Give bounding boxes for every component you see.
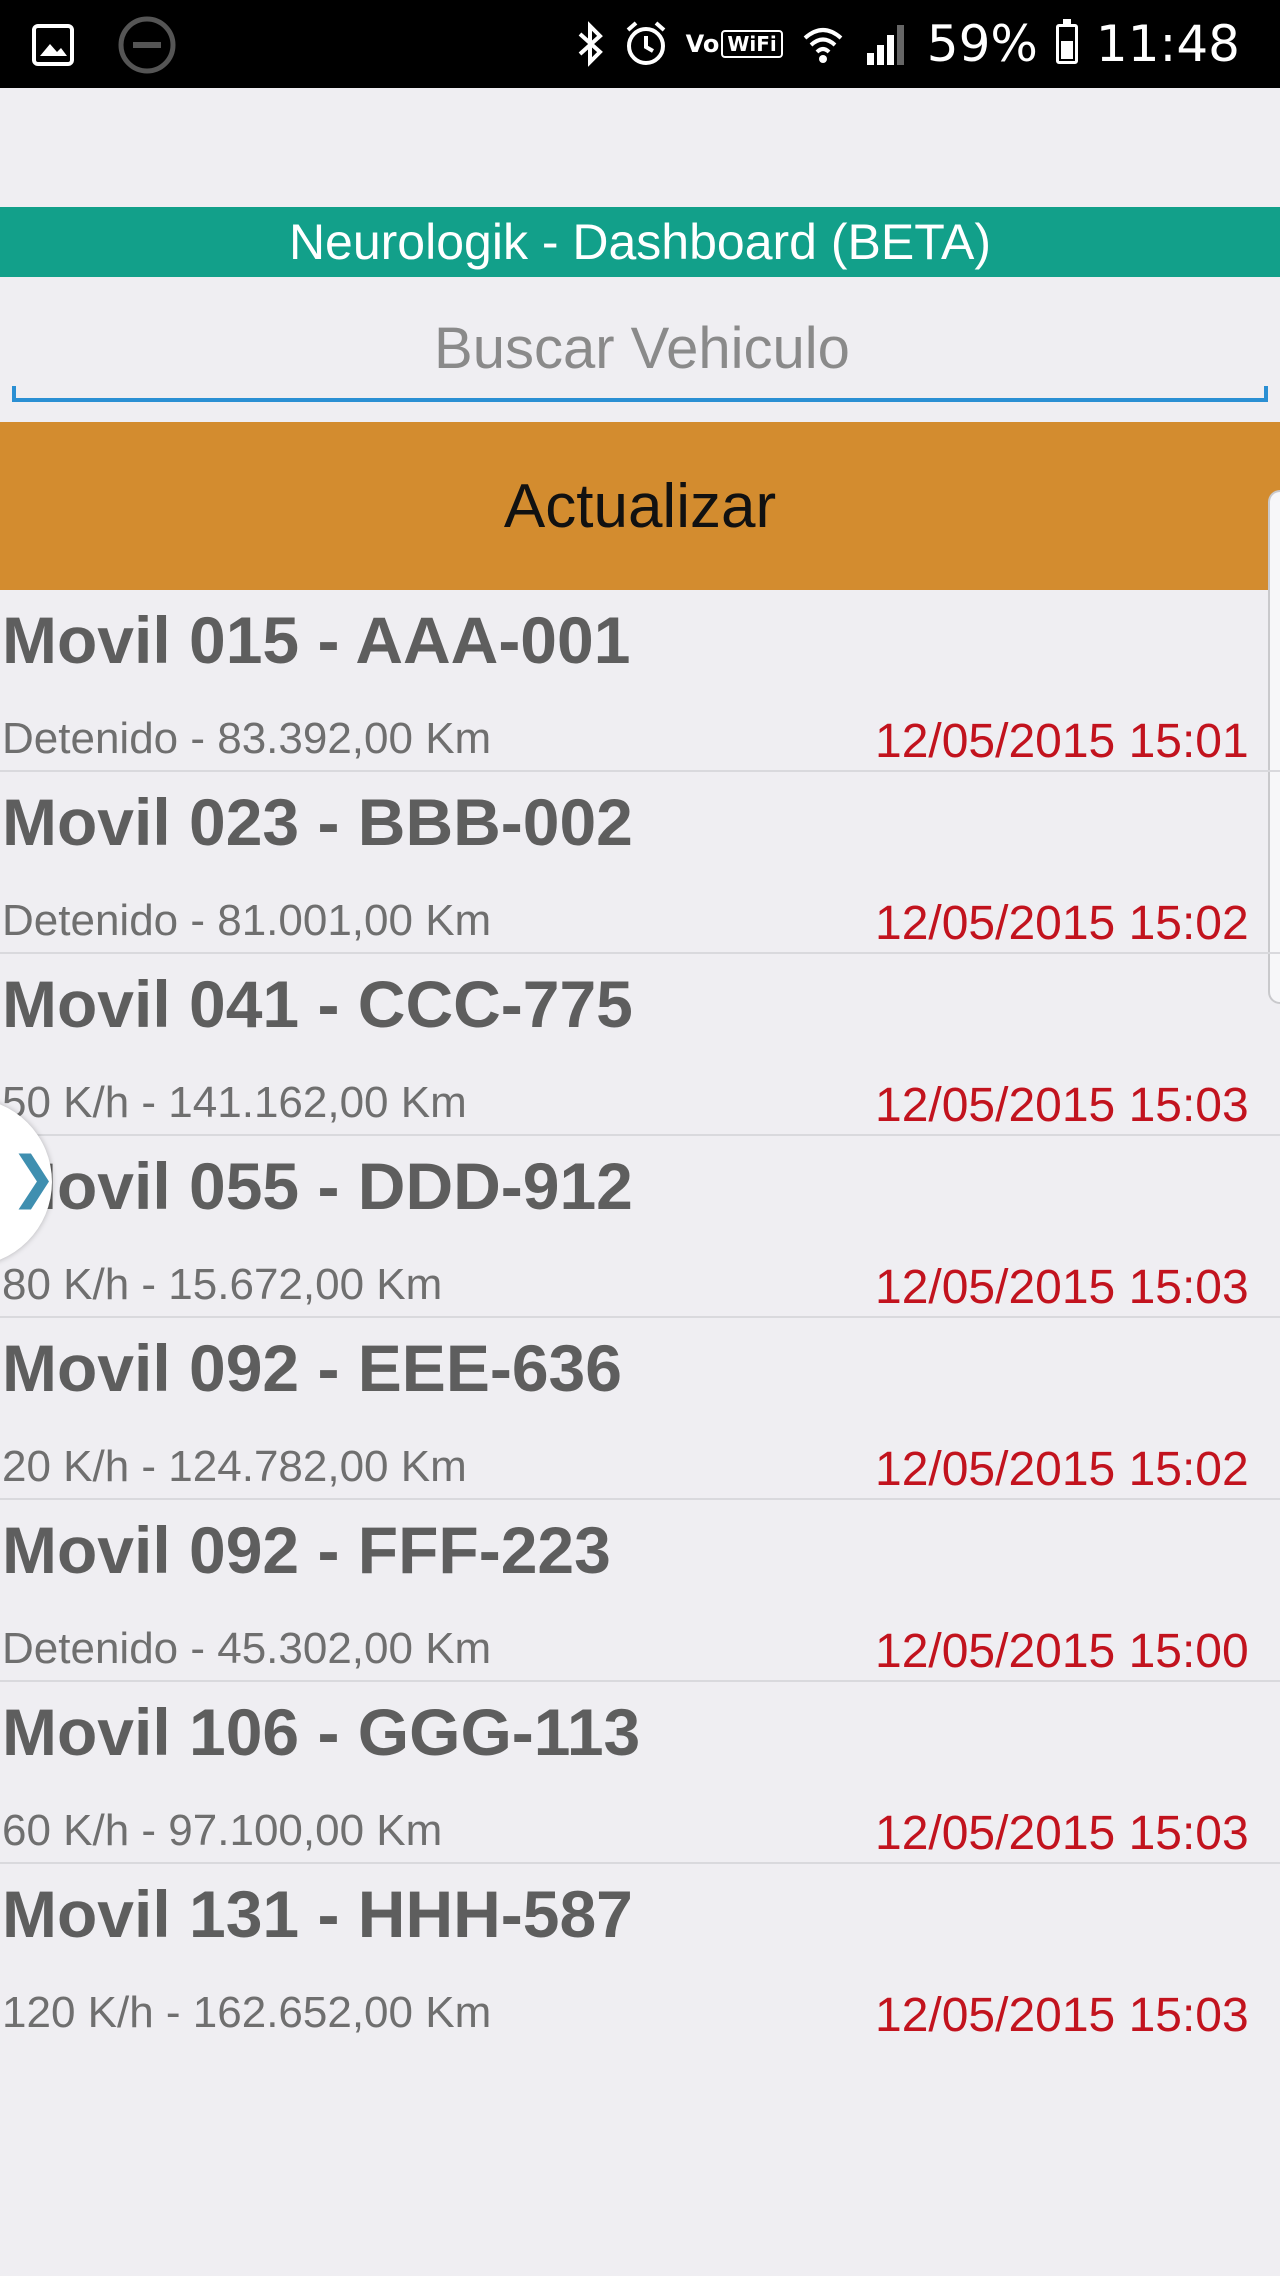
clock: 11:48 xyxy=(1095,15,1240,73)
vehicle-title: Movil 023 - BBB-002 xyxy=(2,785,633,859)
vehicle-list: Movil 015 - AAA-001 Detenido - 83.392,00… xyxy=(0,590,1280,2046)
vehicle-timestamp: 12/05/2015 15:03 xyxy=(875,1261,1249,1314)
list-item[interactable]: Movil 055 - DDD-912 80 K/h - 15.672,00 K… xyxy=(0,1136,1280,1318)
vehicle-timestamp: 12/05/2015 15:01 xyxy=(875,715,1249,768)
app-title-bar: Neurologik - Dashboard (BETA) xyxy=(0,207,1280,277)
gallery-icon xyxy=(30,22,76,68)
battery-percent: 59% xyxy=(926,15,1038,73)
chevron-right-icon: ❯ xyxy=(10,1145,57,1208)
vehicle-status: 120 K/h - 162.652,00 Km xyxy=(2,1988,492,2037)
search-field-container xyxy=(12,296,1272,402)
wifi-calling-label: WiFi xyxy=(721,30,783,58)
wifi-calling-prefix: Vo xyxy=(685,30,720,58)
status-bar: Vo WiFi 59% 11:48 xyxy=(0,0,1280,88)
vehicle-timestamp: 12/05/2015 15:02 xyxy=(875,1443,1249,1496)
vehicle-title: Movil 015 - AAA-001 xyxy=(2,603,631,677)
alarm-icon xyxy=(624,20,668,68)
wifi-calling-icon: Vo WiFi xyxy=(686,30,783,58)
list-item[interactable]: Movil 092 - EEE-636 20 K/h - 124.782,00 … xyxy=(0,1318,1280,1500)
list-item[interactable]: Movil 092 - FFF-223 Detenido - 45.302,00… xyxy=(0,1500,1280,1682)
vehicle-status: Detenido - 83.392,00 Km xyxy=(2,714,492,763)
vehicle-timestamp: 12/05/2015 15:03 xyxy=(875,1079,1249,1132)
refresh-button[interactable]: Actualizar xyxy=(0,422,1280,590)
vehicle-title: Movil 041 - CCC-775 xyxy=(2,967,633,1041)
vehicle-title: Movil 055 - DDD-912 xyxy=(2,1149,633,1223)
vehicle-title: Movil 092 - EEE-636 xyxy=(2,1331,622,1405)
vehicle-timestamp: 12/05/2015 15:03 xyxy=(875,1807,1249,1860)
vehicle-title: Movil 092 - FFF-223 xyxy=(2,1513,611,1587)
vehicle-timestamp: 12/05/2015 15:02 xyxy=(875,897,1249,950)
list-item[interactable]: Movil 041 - CCC-775 50 K/h - 141.162,00 … xyxy=(0,954,1280,1136)
list-item[interactable]: Movil 106 - GGG-113 60 K/h - 97.100,00 K… xyxy=(0,1682,1280,1864)
vehicle-title: Movil 106 - GGG-113 xyxy=(2,1695,641,1769)
list-item[interactable]: Movil 131 - HHH-587 120 K/h - 162.652,00… xyxy=(0,1864,1280,2046)
vehicle-status: 80 K/h - 15.672,00 Km xyxy=(2,1260,443,1309)
list-item[interactable]: Movil 015 - AAA-001 Detenido - 83.392,00… xyxy=(0,590,1280,772)
minus-circle-icon xyxy=(116,14,178,76)
search-input[interactable] xyxy=(12,296,1272,400)
wifi-icon xyxy=(801,22,845,66)
signal-icon xyxy=(863,21,909,67)
vehicle-status: 20 K/h - 124.782,00 Km xyxy=(2,1442,467,1491)
battery-icon xyxy=(1055,19,1078,64)
vehicle-timestamp: 12/05/2015 15:00 xyxy=(875,1625,1249,1678)
bluetooth-icon xyxy=(574,20,606,68)
vehicle-status: 60 K/h - 97.100,00 Km xyxy=(2,1806,443,1855)
vehicle-status: Detenido - 81.001,00 Km xyxy=(2,896,492,945)
vehicle-status: 50 K/h - 141.162,00 Km xyxy=(2,1078,467,1127)
list-item[interactable]: Movil 023 - BBB-002 Detenido - 81.001,00… xyxy=(0,772,1280,954)
vehicle-timestamp: 12/05/2015 15:03 xyxy=(875,1989,1249,2042)
vehicle-title: Movil 131 - HHH-587 xyxy=(2,1877,633,1951)
vehicle-status: Detenido - 45.302,00 Km xyxy=(2,1624,492,1673)
